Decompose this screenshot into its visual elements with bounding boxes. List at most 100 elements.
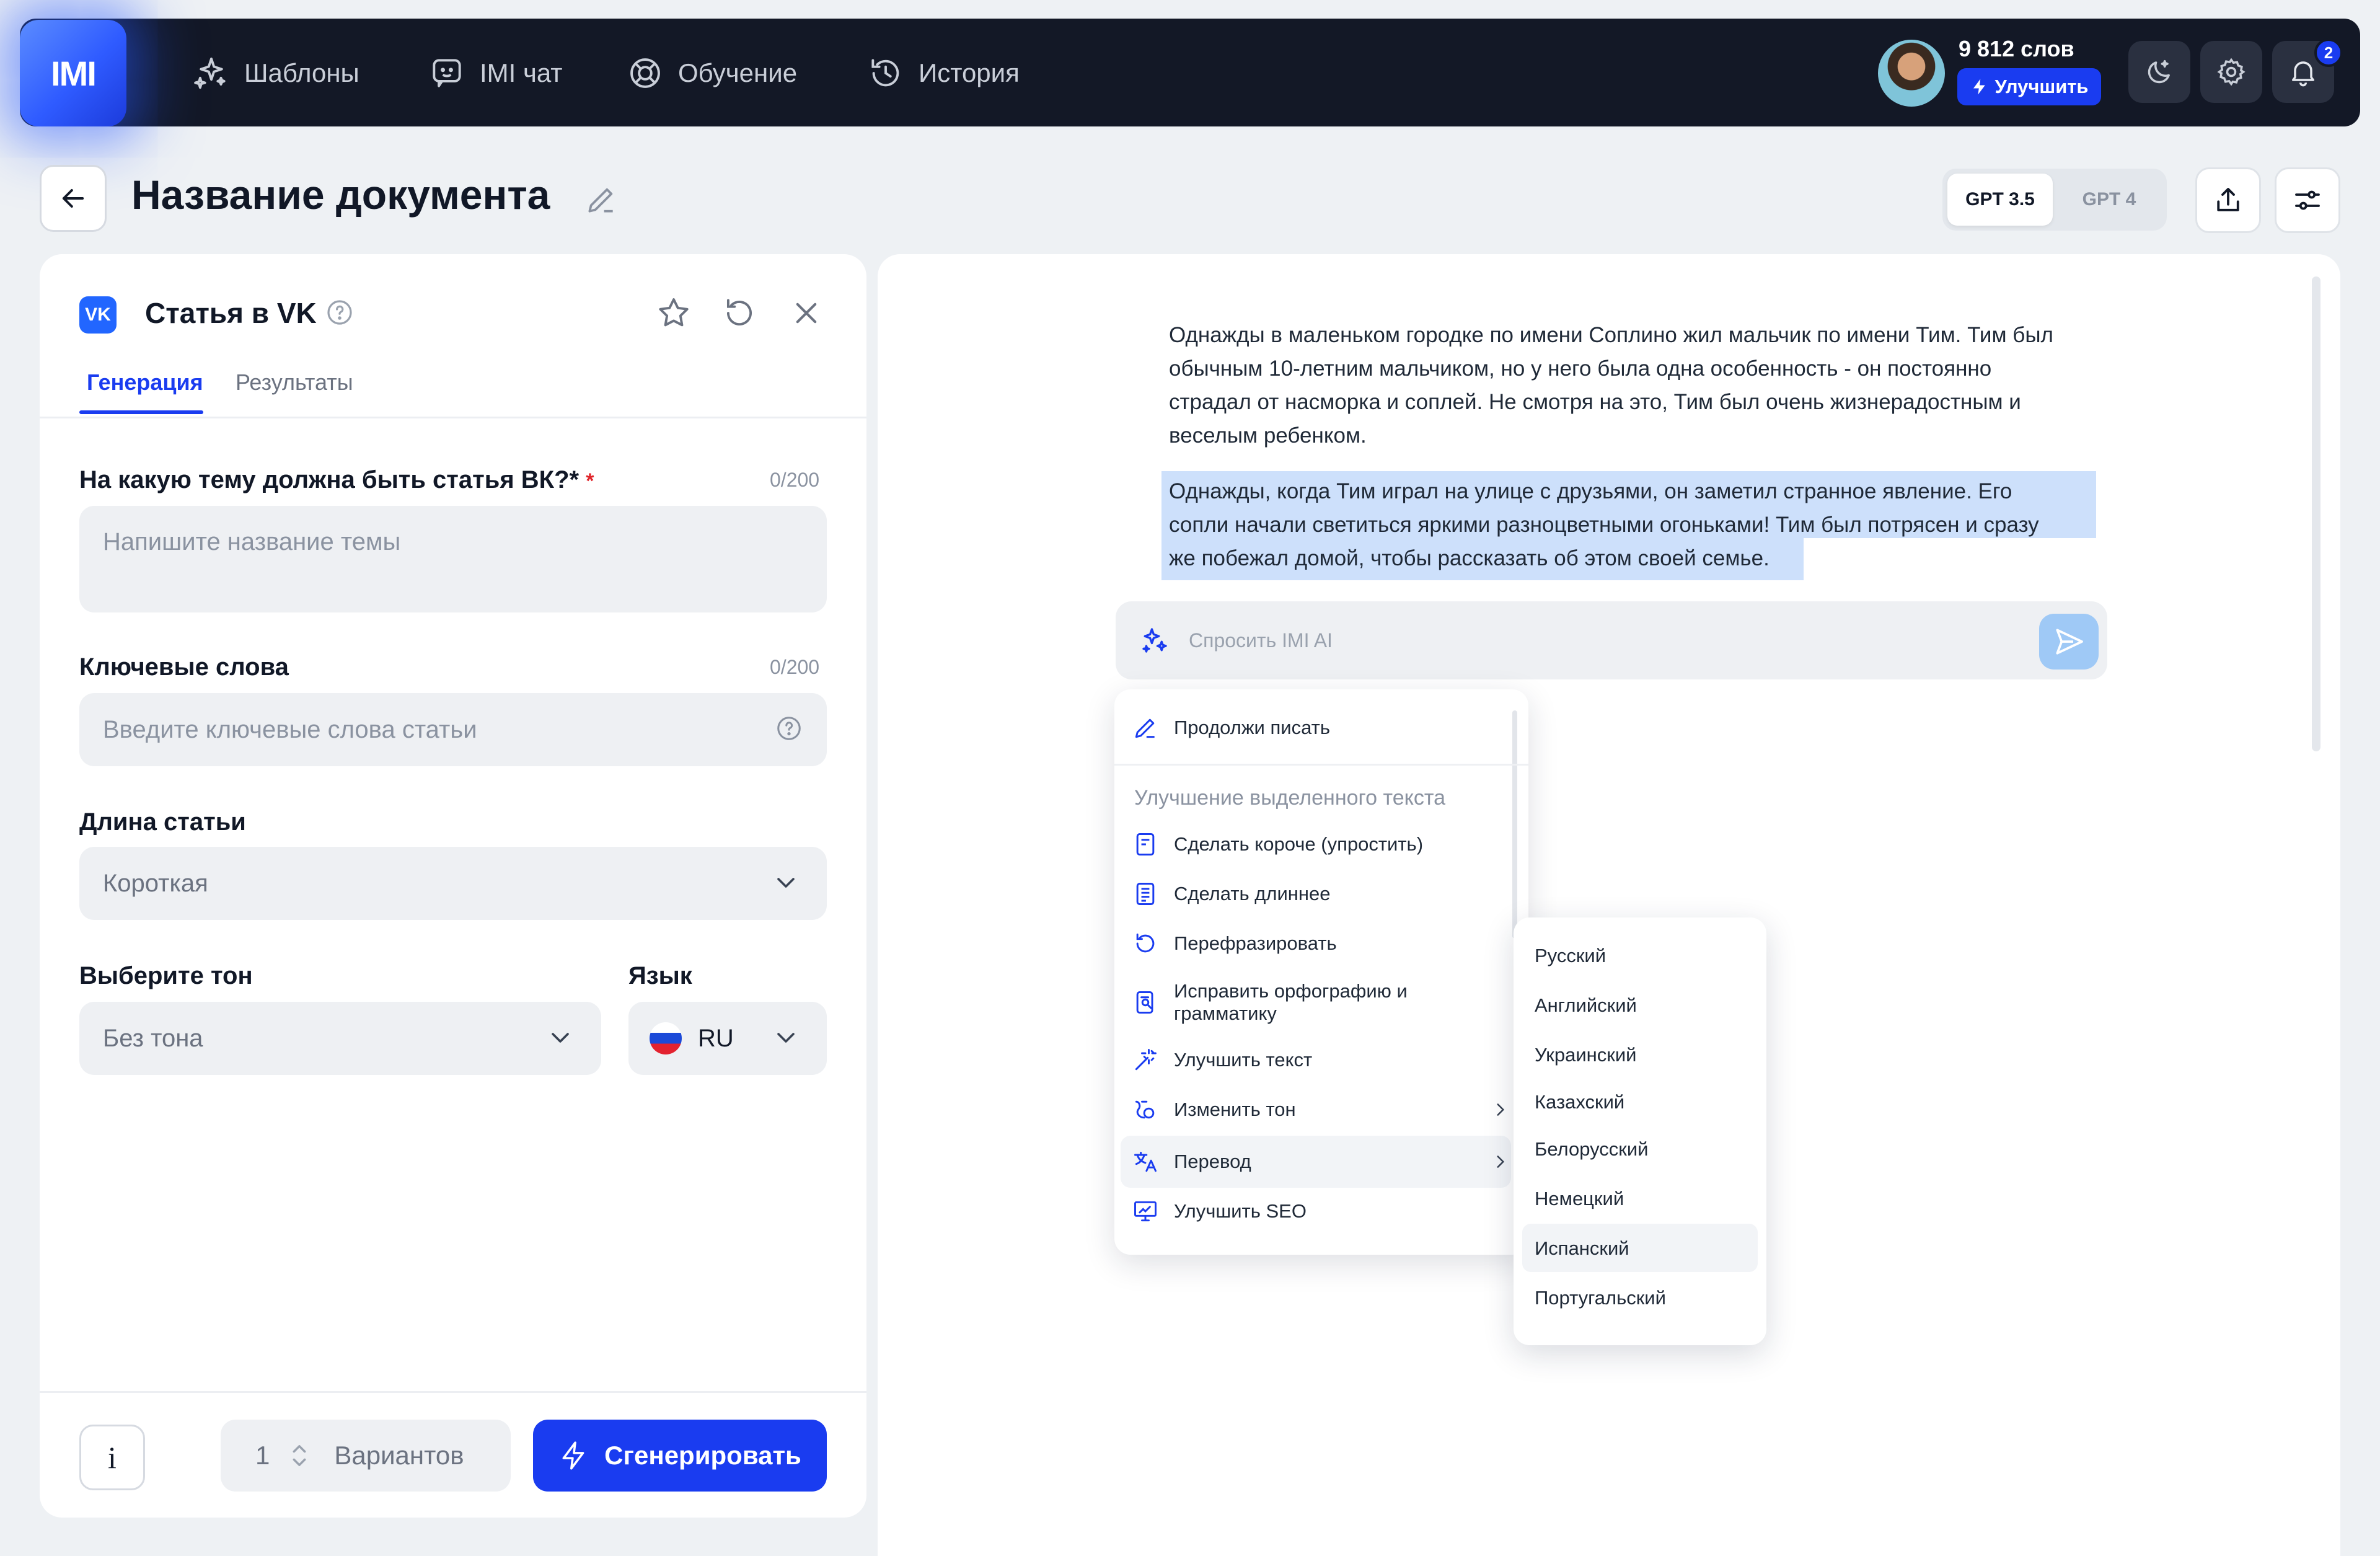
seo-icon [1132, 1198, 1159, 1225]
lifebuoy-icon [626, 54, 664, 92]
export-button[interactable] [2195, 167, 2261, 233]
length-select[interactable]: Короткая [79, 847, 827, 920]
paragraph-2-selected[interactable]: Однажды, когда Тим играл на улице с друз… [1169, 475, 2039, 575]
menu-scrollbar[interactable] [1512, 710, 1517, 939]
nav-templates[interactable]: Шаблоны [192, 50, 359, 97]
user-avatar[interactable] [1878, 40, 1945, 107]
menu-item-label: Продолжи писать [1174, 717, 1330, 738]
keywords-help-icon[interactable] [775, 714, 803, 743]
text-line: веселым ребенком. [1169, 423, 1367, 448]
language-chevron-down-icon [771, 1023, 801, 1053]
tabs-divider [40, 417, 866, 418]
language-option-belarusian[interactable]: Белорусский [1535, 1138, 1648, 1160]
active-tab-indicator [79, 410, 203, 414]
language-option-spanish[interactable]: Испанский [1535, 1237, 1629, 1260]
menu-item-shorter[interactable]: Сделать короче (упростить) [1132, 829, 1511, 859]
tab-generation[interactable]: Генерация [87, 369, 203, 396]
back-button[interactable] [40, 165, 107, 232]
chevron-right-icon [1497, 1156, 1505, 1168]
language-option-german[interactable]: Немецкий [1535, 1188, 1624, 1210]
text-line: обычным 10-летним мальчиком, но у него б… [1169, 356, 1992, 381]
keywords-placeholder: Введите ключевые слова статьи [103, 715, 477, 743]
menu-item-longer[interactable]: Сделать длиннее [1132, 879, 1511, 909]
variants-label: Вариантов [334, 1441, 464, 1470]
send-button[interactable] [2039, 614, 2099, 670]
text-line: сопли начали светиться яркими разноцветн… [1169, 513, 2039, 537]
nav-templates-label: Шаблоны [244, 58, 359, 87]
generate-button[interactable]: Сгенерировать [533, 1420, 827, 1492]
settings-button[interactable] [2200, 41, 2262, 103]
menu-item-rephrase[interactable]: Перефразировать [1132, 929, 1511, 958]
gear-icon [2215, 56, 2247, 88]
model-option-gpt4[interactable]: GPT 4 [2056, 174, 2162, 226]
menu-item-label: Улучшить текст [1174, 1049, 1313, 1071]
nav-imi-chat-label: IMI чат [480, 58, 563, 87]
menu-item-seo[interactable]: Улучшить SEO [1132, 1196, 1511, 1226]
doc-long-icon [1132, 880, 1159, 908]
topic-label: На какую тему должна быть статья ВК?* * [79, 466, 594, 493]
lightning-icon [558, 1440, 589, 1471]
close-icon[interactable] [787, 294, 826, 332]
menu-item-spellcheck[interactable]: Исправить орфографию и грамматику [1132, 976, 1511, 1029]
stepper-arrows-icon[interactable] [287, 1439, 312, 1472]
filters-button[interactable] [2275, 167, 2340, 233]
nav-learning[interactable]: Обучение [626, 50, 797, 97]
tone-label: Выберите тон [79, 962, 253, 989]
ask-ai-placeholder: Спросить IMI AI [1189, 629, 1333, 652]
chat-bot-icon [428, 54, 466, 92]
tone-select[interactable]: Без тона [79, 1002, 601, 1075]
language-option-ukrainian[interactable]: Украинский [1535, 1044, 1636, 1066]
menu-item-label: Сделать короче (упростить) [1174, 833, 1424, 855]
language-option-russian[interactable]: Русский [1535, 945, 1606, 967]
nav-imi-chat[interactable]: IMI чат [428, 50, 563, 97]
sparkles-icon [192, 54, 231, 92]
reset-icon[interactable] [720, 294, 759, 332]
menu-item-change-tone[interactable]: Изменить тон [1132, 1095, 1511, 1125]
menu-item-label: Перевод [1174, 1151, 1251, 1172]
menu-item-continue[interactable]: Продолжи писать [1132, 713, 1511, 743]
tone-chevron-down-icon [545, 1023, 575, 1053]
moon-icon [2143, 56, 2175, 88]
imi-logo[interactable]: IMI [20, 20, 126, 126]
language-option-kazakh[interactable]: Казахский [1535, 1091, 1624, 1113]
language-option-english[interactable]: Английский [1535, 994, 1637, 1017]
menu-item-improve-text[interactable]: Улучшить текст [1132, 1045, 1511, 1075]
arrow-left-icon [57, 182, 89, 214]
rephrase-icon [1132, 930, 1159, 957]
history-icon [866, 54, 905, 92]
editor-scrollbar[interactable] [2312, 276, 2320, 751]
variants-stepper[interactable]: 1 Вариантов [221, 1420, 511, 1492]
menu-item-translate[interactable]: Перевод [1132, 1147, 1511, 1177]
menu-item-label: Сделать длиннее [1174, 883, 1331, 904]
lightning-icon [1970, 77, 1989, 96]
form-footer-divider [40, 1391, 866, 1393]
vk-logo-icon: VK [79, 296, 117, 334]
ask-ai-input[interactable]: Спросить IMI AI [1116, 601, 2107, 679]
help-circle-icon[interactable] [325, 298, 355, 327]
menu-divider [1114, 764, 1528, 766]
tab-results[interactable]: Результаты [236, 369, 353, 396]
keywords-input[interactable]: Введите ключевые слова статьи [79, 693, 827, 766]
menu-item-label: Перефразировать [1174, 932, 1337, 954]
nav-history[interactable]: История [866, 50, 1020, 97]
menu-item-label: Улучшить SEO [1174, 1200, 1307, 1222]
theme-toggle-button[interactable] [2128, 41, 2190, 103]
pencil-icon[interactable] [584, 182, 619, 217]
text-line: Однажды в маленьком городке по имени Соп… [1169, 323, 2053, 347]
topic-textarea[interactable]: Напишите название темы [79, 506, 827, 612]
upgrade-label: Улучшить [1994, 76, 2089, 97]
info-button[interactable]: i [79, 1425, 145, 1490]
sliders-icon [2291, 183, 2324, 217]
bell-icon [2287, 56, 2319, 88]
chevron-right-icon [1497, 1103, 1505, 1116]
star-icon[interactable] [654, 294, 693, 332]
magic-wand-icon [1132, 1046, 1159, 1074]
upgrade-button[interactable]: Улучшить [1957, 68, 2101, 105]
tone-value: Без тона [103, 1024, 203, 1052]
paragraph-1: Однажды в маленьком городке по имени Соп… [1169, 319, 2053, 453]
model-option-gpt35[interactable]: GPT 3.5 [1947, 174, 2053, 226]
variants-count: 1 [255, 1441, 270, 1470]
length-value: Короткая [103, 869, 208, 897]
russia-flag-icon [650, 1022, 682, 1054]
language-option-portuguese[interactable]: Португальский [1535, 1287, 1666, 1309]
